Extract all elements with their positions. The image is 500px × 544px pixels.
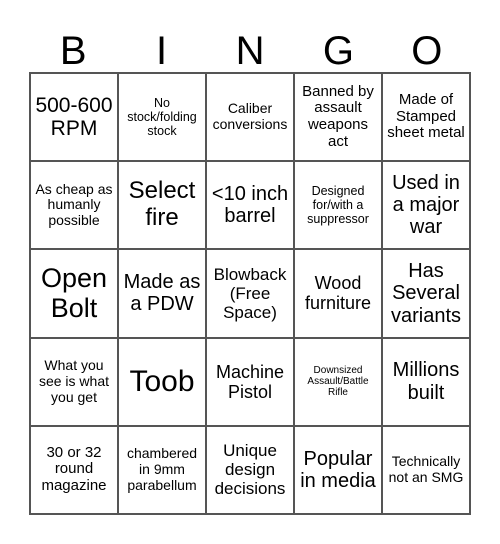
bingo-cell[interactable]: No stock/folding stock bbox=[118, 73, 206, 162]
cell-text: Downsized Assault/Battle Rifle bbox=[307, 364, 369, 399]
bingo-cell[interactable]: Made of Stamped sheet metal bbox=[382, 73, 470, 162]
bingo-cell[interactable]: 30 or 32 round magazine bbox=[30, 425, 118, 514]
header-letter-g: G bbox=[322, 29, 354, 73]
cell-text: Toob bbox=[129, 364, 195, 398]
header-letter-b: B bbox=[59, 29, 87, 73]
bingo-cell[interactable]: Downsized Assault/Battle Rifle bbox=[294, 337, 382, 426]
cell-text: Popular in media bbox=[300, 447, 376, 492]
free-space-cell[interactable]: Blowback (Free Space) bbox=[206, 249, 294, 338]
header-letter-i: I bbox=[156, 29, 168, 73]
bingo-cell[interactable]: Wood furniture bbox=[294, 249, 382, 338]
cell-text: Banned by assault weapons act bbox=[302, 82, 374, 150]
bingo-cell[interactable]: Toob bbox=[118, 337, 206, 426]
cell-text: chambered in 9mm parabellum bbox=[126, 445, 198, 493]
cell-text: Open Bolt bbox=[40, 263, 108, 324]
header-letter-o: O bbox=[411, 29, 443, 73]
cell-text: Made of Stamped sheet metal bbox=[387, 90, 465, 142]
bingo-cell[interactable]: Machine Pistol bbox=[206, 337, 294, 426]
cell-text: Wood furniture bbox=[304, 273, 372, 314]
bingo-cell[interactable]: Open Bolt bbox=[30, 249, 118, 338]
cell-text: Used in a major war bbox=[392, 171, 460, 239]
bingo-cell[interactable]: Technically not an SMG bbox=[382, 425, 470, 514]
bingo-cell[interactable]: Has Several variants bbox=[382, 249, 470, 338]
cell-text: Unique design decisions bbox=[214, 441, 286, 499]
cell-text: Caliber conversions bbox=[212, 100, 288, 133]
cell-text: Select fire bbox=[128, 177, 196, 232]
cell-text: 500-600 RPM bbox=[35, 93, 113, 141]
bingo-cell[interactable]: <10 inch barrel bbox=[206, 161, 294, 250]
bingo-cell[interactable]: What you see is what you get bbox=[30, 337, 118, 426]
bingo-cell[interactable]: 500-600 RPM bbox=[30, 73, 118, 162]
header-letter-n: N bbox=[235, 29, 265, 73]
cell-text: Technically not an SMG bbox=[388, 453, 464, 485]
cell-text: Has Several variants bbox=[390, 259, 462, 327]
bingo-cell[interactable]: Made as a PDW bbox=[118, 249, 206, 338]
cell-text: What you see is what you get bbox=[38, 357, 110, 405]
bingo-cell[interactable]: Designed for/with a suppressor bbox=[294, 161, 382, 250]
bingo-cell[interactable]: Millions built bbox=[382, 337, 470, 426]
cell-text: Designed for/with a suppressor bbox=[307, 184, 369, 227]
cell-text: No stock/folding stock bbox=[127, 96, 197, 139]
bingo-cell[interactable]: As cheap as humanly possible bbox=[30, 161, 118, 250]
bingo-cell[interactable]: Banned by assault weapons act bbox=[294, 73, 382, 162]
cell-text: Made as a PDW bbox=[123, 271, 201, 316]
bingo-cell[interactable]: Select fire bbox=[118, 161, 206, 250]
cell-text: 30 or 32 round magazine bbox=[41, 443, 107, 495]
cell-text: <10 inch barrel bbox=[211, 182, 289, 228]
cell-text: Millions built bbox=[392, 359, 460, 404]
bingo-header: B I N G O bbox=[29, 30, 471, 72]
bingo-cell[interactable]: Unique design decisions bbox=[206, 425, 294, 514]
bingo-card: 500-600 RPM No stock/folding stock Calib… bbox=[29, 72, 471, 515]
bingo-cell[interactable]: Caliber conversions bbox=[206, 73, 294, 162]
cell-text: Machine Pistol bbox=[215, 361, 285, 402]
bingo-cell[interactable]: Popular in media bbox=[294, 425, 382, 514]
bingo-cell[interactable]: Used in a major war bbox=[382, 161, 470, 250]
cell-text: As cheap as humanly possible bbox=[35, 180, 113, 229]
bingo-cell[interactable]: chambered in 9mm parabellum bbox=[118, 425, 206, 514]
cell-text: Blowback (Free Space) bbox=[213, 264, 287, 322]
